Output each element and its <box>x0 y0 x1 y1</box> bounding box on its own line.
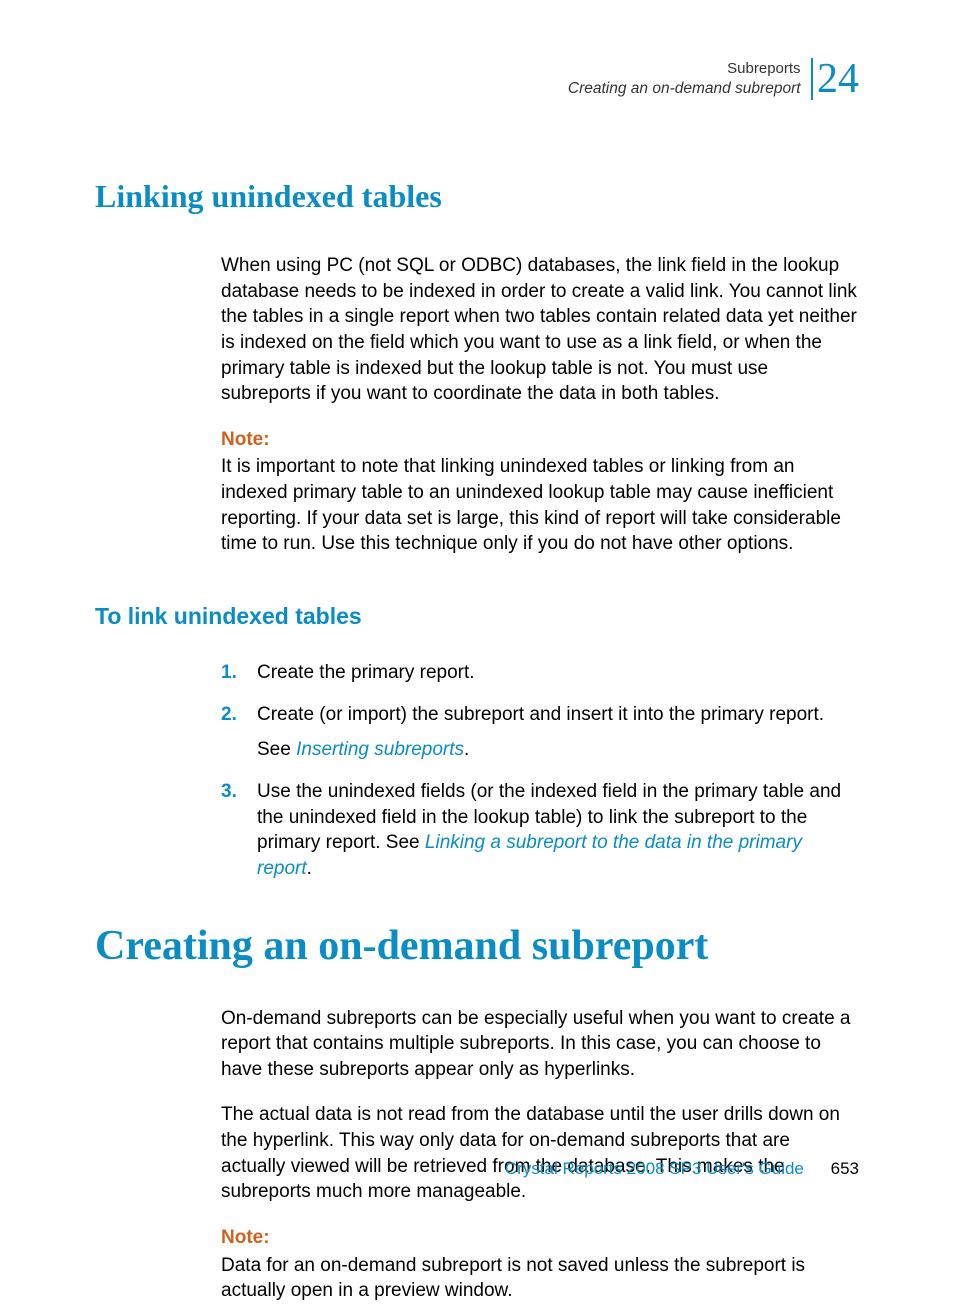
header-section-label: Creating an on-demand subreport <box>568 80 801 97</box>
step-2-see-suffix: . <box>464 739 469 760</box>
paragraph-linking-note: It is important to note that linking uni… <box>221 454 859 557</box>
note-label: Note: <box>221 427 859 453</box>
footer-doc-title: Crystal Reports 2008 SP3 User's Guide <box>505 1159 804 1178</box>
step-2-see: See Inserting subreports. <box>257 737 859 763</box>
heading-linking-unindexed-tables: Linking unindexed tables <box>95 178 859 215</box>
paragraph-linking-intro: When using PC (not SQL or ODBC) database… <box>221 253 859 407</box>
paragraph-creating-1: On-demand subreports can be especially u… <box>221 1006 859 1083</box>
paragraph-creating-2: The actual data is not read from the dat… <box>221 1102 859 1205</box>
heading-creating-on-demand: Creating an on-demand subreport <box>95 922 859 970</box>
header-chapter-label: Subreports <box>727 60 800 77</box>
step-3: Use the unindexed fields (or the indexed… <box>221 779 859 882</box>
page-footer: Crystal Reports 2008 SP3 User's Guide 65… <box>505 1159 859 1179</box>
step-2-text: Create (or import) the subreport and ins… <box>257 704 824 725</box>
step-1-text: Create the primary report. <box>257 662 475 683</box>
footer-page-number: 653 <box>831 1159 859 1178</box>
paragraph-creating-note: Data for an on-demand subreport is not s… <box>221 1253 859 1304</box>
link-inserting-subreports[interactable]: Inserting subreports <box>296 739 464 760</box>
step-2: Create (or import) the subreport and ins… <box>221 702 859 763</box>
heading-to-link-unindexed: To link unindexed tables <box>95 603 859 630</box>
step-1: Create the primary report. <box>221 660 859 686</box>
step-3-suffix: . <box>307 858 312 879</box>
page-header: Subreports Creating an on-demand subrepo… <box>95 58 859 108</box>
steps-list: Create the primary report. Create (or im… <box>221 660 859 881</box>
step-2-see-prefix: See <box>257 739 296 760</box>
header-text: Subreports Creating an on-demand subrepo… <box>568 59 801 99</box>
chapter-number-badge: 24 <box>811 58 859 100</box>
note-label: Note: <box>221 1225 859 1251</box>
